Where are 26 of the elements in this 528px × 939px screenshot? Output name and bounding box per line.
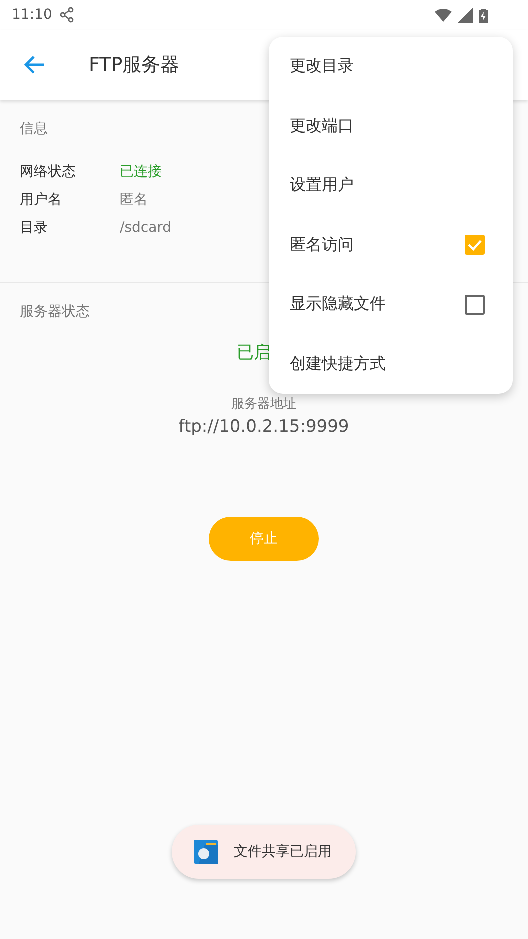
menu-item[interactable]: 创建快捷方式 — [269, 334, 513, 394]
menu-item[interactable]: 设置用户 — [269, 156, 513, 216]
menu-item[interactable]: 匿名访问 — [269, 216, 513, 275]
checkbox[interactable] — [465, 235, 485, 256]
info-value: 匿名 — [120, 191, 148, 209]
menu-item[interactable]: 显示隐藏文件 — [269, 275, 513, 334]
app-title: FTP服务器 — [89, 53, 180, 78]
share-icon — [60, 7, 74, 23]
battery-icon — [479, 8, 488, 22]
toast-text: 文件共享已启用 — [234, 843, 332, 861]
info-label: 用户名 — [20, 191, 63, 209]
info-label: 网络状态 — [20, 163, 77, 181]
info-value: /sdcard — [120, 220, 172, 236]
info-value: 已连接 — [120, 163, 162, 181]
section-heading: 信息 — [20, 120, 48, 138]
status-time: 11:10 — [12, 7, 52, 23]
wifi-icon — [435, 8, 452, 22]
address-label: 服务器地址 — [232, 396, 296, 413]
menu-item[interactable]: 更改端口 — [269, 96, 513, 156]
server-address: ftp://10.0.2.15:9999 — [178, 417, 350, 437]
checkbox[interactable] — [465, 294, 485, 315]
menu-item[interactable]: 更改目录 — [269, 37, 513, 96]
section-heading: 服务器状态 — [20, 303, 90, 321]
signal-icon — [458, 8, 473, 22]
info-label: 目录 — [20, 219, 49, 237]
app-icon — [194, 840, 218, 864]
